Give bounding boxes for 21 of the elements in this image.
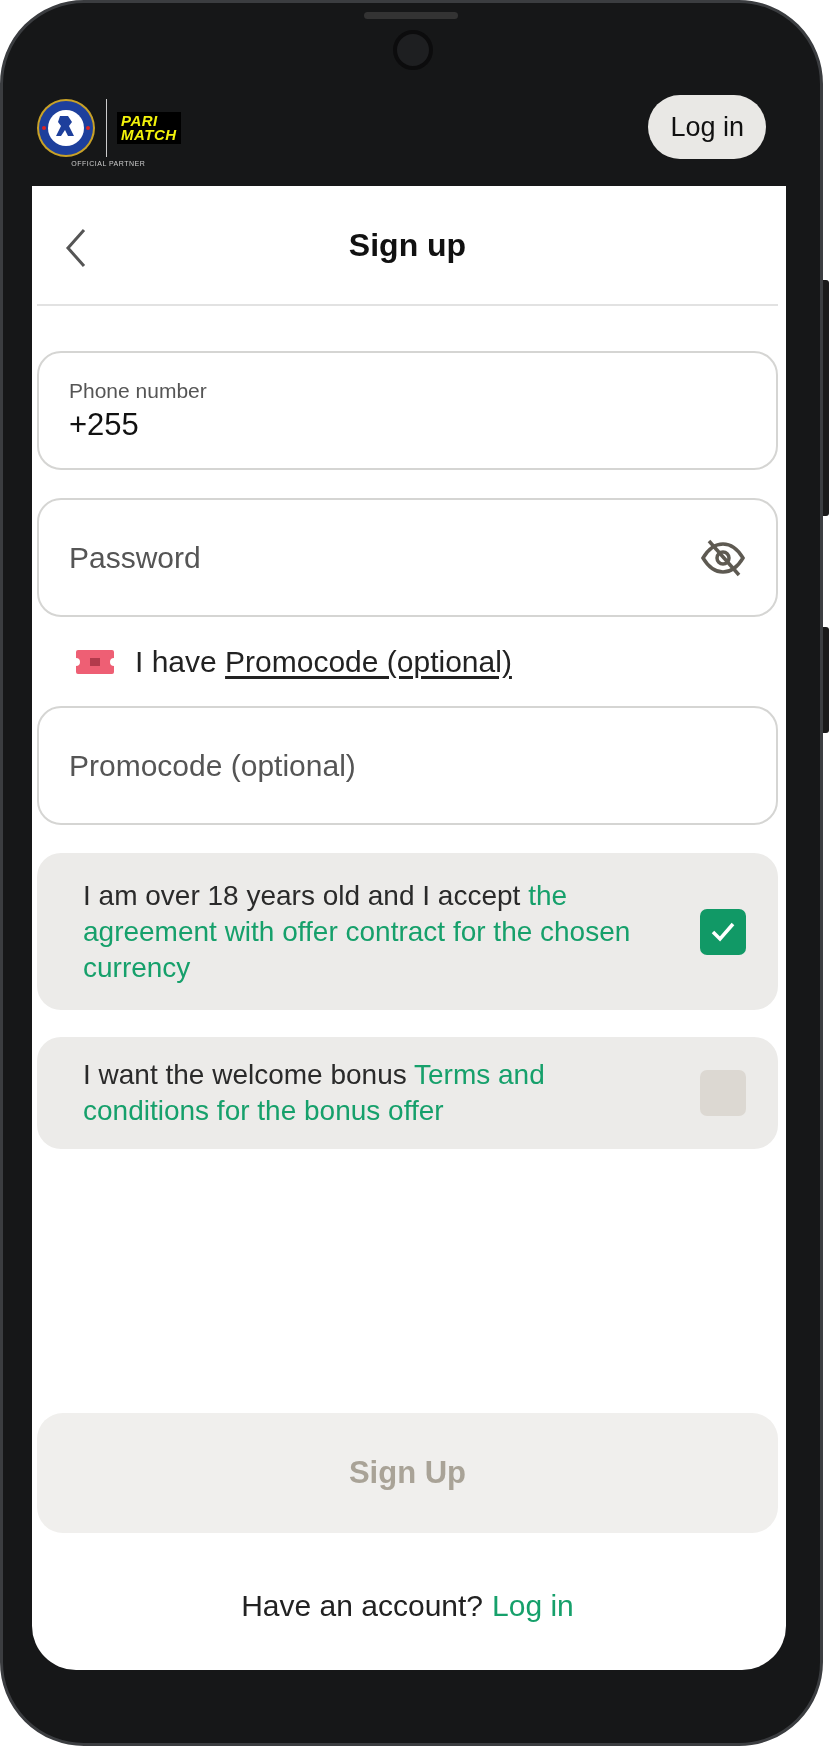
password-field[interactable]: Password <box>37 498 778 617</box>
field-label: Phone number <box>69 378 207 403</box>
promocode-field[interactable]: Promocode (optional) <box>37 706 778 825</box>
consent-text: I am over 18 years old and I accept the agreement with offer contract for the chosen currency <box>83 878 632 985</box>
field-placeholder: Password <box>69 540 201 575</box>
brand-logo: PARI MATCH <box>117 111 181 144</box>
page-title: Sign up <box>348 226 467 264</box>
consent-text: I want the welcome bonus Terms and conditions for the bonus offer <box>83 1058 546 1128</box>
back-icon[interactable] <box>65 228 87 268</box>
field-placeholder: Promocode (optional) <box>69 748 356 783</box>
login-button[interactable]: Log in <box>648 95 766 159</box>
promo-prompt: I have <box>135 644 217 678</box>
crest-logo <box>36 97 96 158</box>
field-value: +255 <box>69 406 140 443</box>
phone-field[interactable]: Phone number +255 <box>37 351 778 470</box>
eye-slash-icon[interactable] <box>700 537 746 578</box>
check-icon <box>711 921 735 942</box>
checkbox[interactable] <box>700 908 746 955</box>
ticket-icon <box>75 648 115 675</box>
promocode-link[interactable]: Promocode (optional) <box>225 644 512 678</box>
account-prompt: Have an account? <box>241 1589 484 1624</box>
